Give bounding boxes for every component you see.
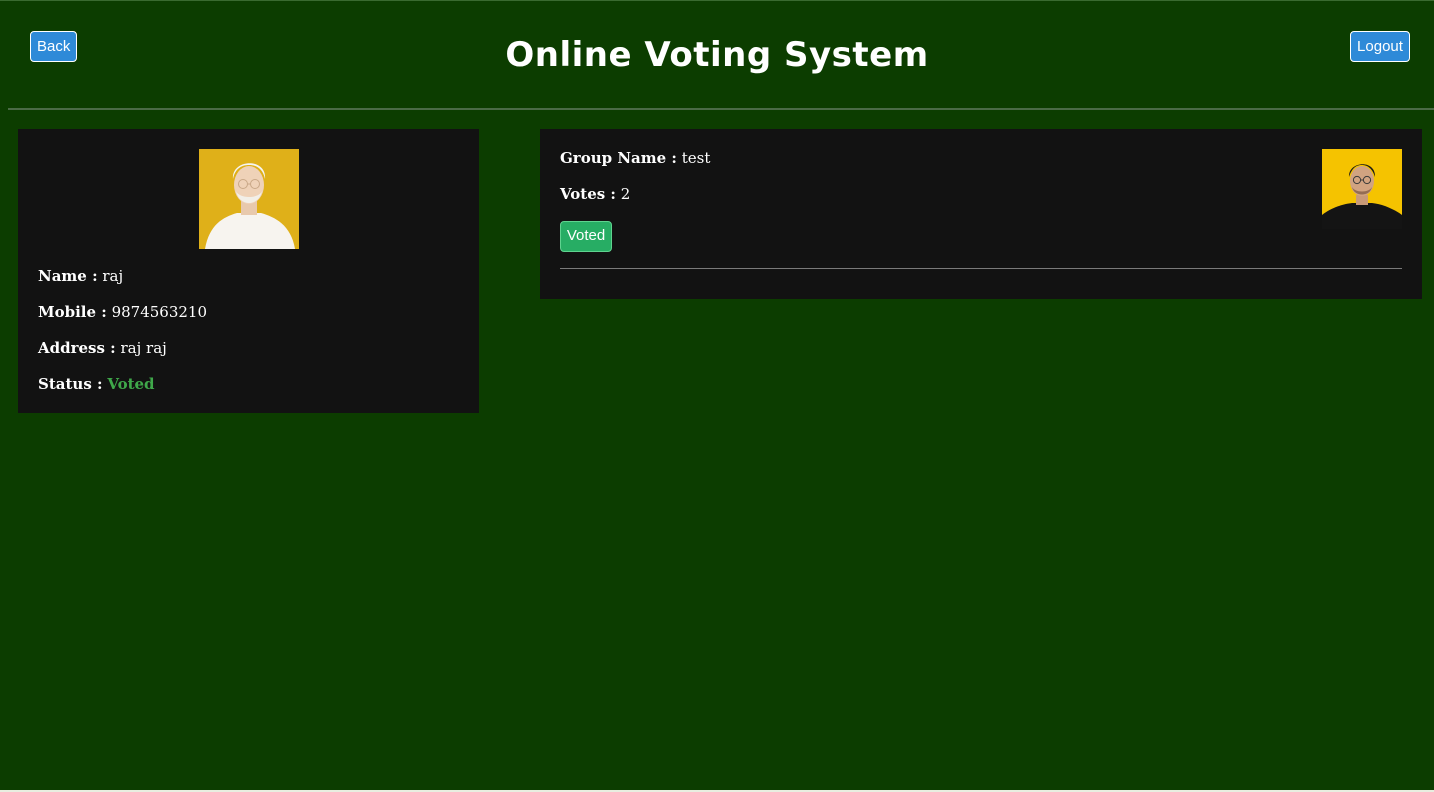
group-photo-portrait-icon xyxy=(1322,149,1402,229)
votes-value: 2 xyxy=(620,185,631,203)
name-row: Name : raj xyxy=(38,267,123,285)
mobile-label: Mobile : xyxy=(38,303,107,321)
status-label: Status : xyxy=(38,375,103,393)
group-name-value: test xyxy=(681,149,711,167)
mobile-value: 9874563210 xyxy=(111,303,208,321)
group-photo xyxy=(1322,149,1402,229)
votes-label: Votes : xyxy=(560,185,616,203)
header: Back Online Voting System Logout xyxy=(0,1,1434,109)
group-name-label: Group Name : xyxy=(560,149,677,167)
page-title: Online Voting System xyxy=(505,35,929,75)
header-divider xyxy=(8,108,1434,110)
group-divider xyxy=(560,268,1402,269)
status-row: Status : Voted xyxy=(38,375,155,393)
profile-card: Name : raj Mobile : 9874563210 Address :… xyxy=(18,129,479,413)
group-name-row: Group Name : test xyxy=(560,149,710,167)
name-value: raj xyxy=(102,267,124,285)
address-row: Address : raj raj xyxy=(38,339,167,357)
name-label: Name : xyxy=(38,267,98,285)
logout-button[interactable]: Logout xyxy=(1350,31,1410,62)
voted-button[interactable]: Voted xyxy=(560,221,612,252)
page: Back Online Voting System Logout Name: … xyxy=(0,0,1434,792)
user-avatar xyxy=(199,149,299,249)
mobile-row: Mobile : 9874563210 xyxy=(38,303,207,321)
status-value: Voted xyxy=(107,375,155,393)
address-value: raj raj xyxy=(120,339,167,357)
address-label: Address : xyxy=(38,339,116,357)
avatar-illustration-icon xyxy=(199,149,299,249)
group-card: Group Name : test Votes : 2 Voted xyxy=(540,129,1422,299)
votes-row: Votes : 2 xyxy=(560,185,630,203)
